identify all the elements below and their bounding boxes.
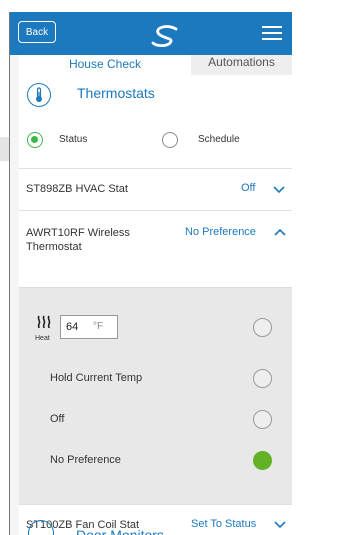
section-title: Thermostats	[77, 85, 155, 101]
option-label: Hold Current Temp	[50, 372, 143, 384]
heat-option-radio[interactable]	[253, 318, 272, 337]
status-radio[interactable]	[27, 132, 43, 148]
thermostats-card: Thermostats Status Schedule ST898ZB HVAC…	[19, 75, 292, 535]
option-label: Off	[50, 413, 65, 425]
off-radio[interactable]	[253, 410, 272, 429]
next-section-title: Door Monitors	[76, 527, 164, 535]
chevron-up-icon[interactable]	[274, 228, 286, 236]
tab-bar: House Check Automations	[10, 55, 292, 75]
thermometer-icon	[27, 83, 51, 107]
main-panel: House Check Automations Thermostats Stat…	[10, 55, 292, 535]
tab-automations[interactable]: Automations	[191, 55, 292, 75]
device-name: AWRT10RF Wireless Thermostat	[26, 227, 130, 253]
chevron-down-icon[interactable]	[274, 521, 286, 529]
device-row[interactable]: ST898ZB HVAC Stat Off	[19, 168, 292, 210]
option-label: No Preference	[50, 454, 121, 466]
hold-current-temp-radio[interactable]	[253, 369, 272, 388]
mode-selector: Status Schedule	[19, 125, 292, 155]
chevron-down-icon[interactable]	[273, 186, 285, 194]
top-app-bar: Back	[10, 12, 292, 55]
device-name: ST898ZB HVAC Stat	[26, 183, 128, 195]
tab-house-check[interactable]: House Check	[19, 55, 191, 75]
status-label: Status	[59, 134, 88, 145]
device-value: Set To Status	[191, 518, 257, 530]
heat-label: Heat	[35, 335, 50, 342]
back-button[interactable]: Back	[18, 21, 56, 43]
no-preference-radio[interactable]	[253, 451, 272, 470]
device-row[interactable]: AWRT10RF Wireless Thermostat No Preferen…	[19, 210, 292, 287]
heat-icon	[37, 315, 51, 329]
heat-setpoint-input[interactable]: 64 °F	[60, 315, 118, 339]
schedule-radio[interactable]	[162, 132, 178, 148]
device-value: Off	[241, 182, 256, 194]
temp-value: 64	[66, 321, 79, 333]
device-value: No Preference	[185, 226, 256, 238]
right-margin	[292, 0, 337, 535]
section-header[interactable]: Thermostats	[19, 75, 292, 115]
hamburger-menu-icon[interactable]	[262, 26, 282, 40]
thermostat-options-panel: Heat 64 °F Hold Current Temp Off No Pref…	[19, 287, 292, 504]
schedule-label: Schedule	[198, 134, 240, 145]
swirl-logo-icon	[151, 25, 178, 48]
left-margin	[0, 0, 10, 535]
temp-unit: °F	[93, 321, 104, 332]
